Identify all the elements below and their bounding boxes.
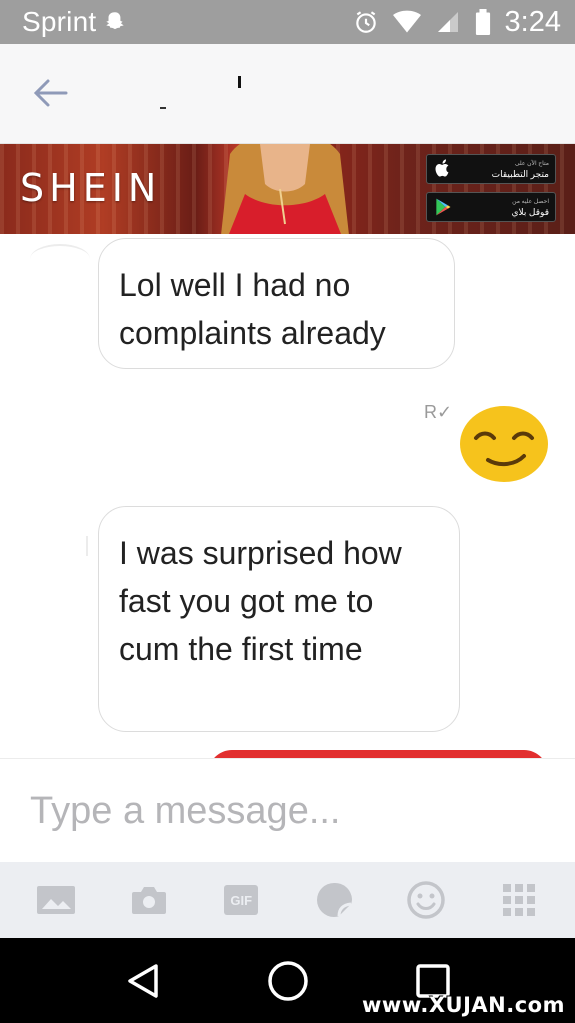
- redacted-contact-name: [238, 76, 241, 88]
- shein-logo: SHEIN: [20, 166, 162, 210]
- google-play-label: قوقل بلاي: [511, 207, 550, 217]
- gif-button[interactable]: GIF: [217, 876, 265, 924]
- sticker-icon: [316, 882, 352, 917]
- signal-icon: [437, 12, 458, 32]
- camera-button[interactable]: [125, 876, 173, 924]
- nav-home-button[interactable]: [263, 956, 313, 1006]
- back-triangle-icon: [127, 963, 158, 998]
- google-play-icon: [436, 198, 451, 216]
- wifi-icon: [392, 10, 421, 33]
- status-icons: 3:24: [353, 6, 561, 39]
- redaction-artifact: [160, 107, 166, 109]
- smirking-face-emoji[interactable]: [458, 404, 550, 484]
- gif-icon: GIF: [224, 885, 259, 915]
- status-bar: Sprint 3:24: [0, 0, 575, 44]
- arrow-left-icon[interactable]: [32, 78, 68, 108]
- battery-icon: [475, 9, 490, 35]
- clock: 3:24: [504, 5, 561, 38]
- apple-icon: [435, 159, 449, 177]
- app-store-label: متجر التطبيقات: [491, 169, 549, 179]
- alarm-icon: [355, 11, 376, 33]
- carrier-name: Sprint: [22, 6, 97, 37]
- system-nav-bar: www.XUJAN.com: [0, 938, 575, 1023]
- message-input[interactable]: [0, 759, 575, 863]
- sticker-button[interactable]: [310, 876, 358, 924]
- ad-model-image: [221, 144, 349, 234]
- contact-avatar: [30, 244, 90, 274]
- emoji-button[interactable]: [402, 876, 450, 924]
- gallery-icon: [37, 886, 76, 914]
- apps-button[interactable]: [495, 876, 543, 924]
- conversation-header: [0, 44, 575, 144]
- emoji-icon: [407, 881, 445, 919]
- home-circle-icon: [267, 960, 308, 1001]
- gallery-button[interactable]: [32, 876, 80, 924]
- app-store-button[interactable]: متاح الآن على متجر التطبيقات: [426, 154, 556, 184]
- incoming-message-bubble[interactable]: I was surprised how fast you got me to c…: [98, 506, 460, 732]
- contact-avatar: [86, 536, 96, 556]
- message-composer: [0, 758, 575, 863]
- snapchat-icon: [106, 12, 125, 30]
- app-store-sub: متاح الآن على: [514, 161, 549, 167]
- apps-grid-icon: [502, 884, 535, 916]
- read-receipt-icon: R✓: [424, 402, 453, 422]
- ad-banner[interactable]: SHEIN متاح الآن على متجر التطبيقات احصل …: [0, 144, 575, 234]
- camera-icon: [131, 887, 166, 914]
- google-play-button[interactable]: احصل عليه من قوقل بلاي: [426, 192, 556, 222]
- attachment-toolbar: GIF: [0, 862, 575, 938]
- watermark: www.XUJAN.com: [362, 993, 565, 1017]
- incoming-message-bubble[interactable]: Lol well I had no complaints already: [98, 238, 455, 369]
- google-play-sub: احصل عليه من: [512, 199, 549, 205]
- nav-back-button[interactable]: [118, 956, 168, 1006]
